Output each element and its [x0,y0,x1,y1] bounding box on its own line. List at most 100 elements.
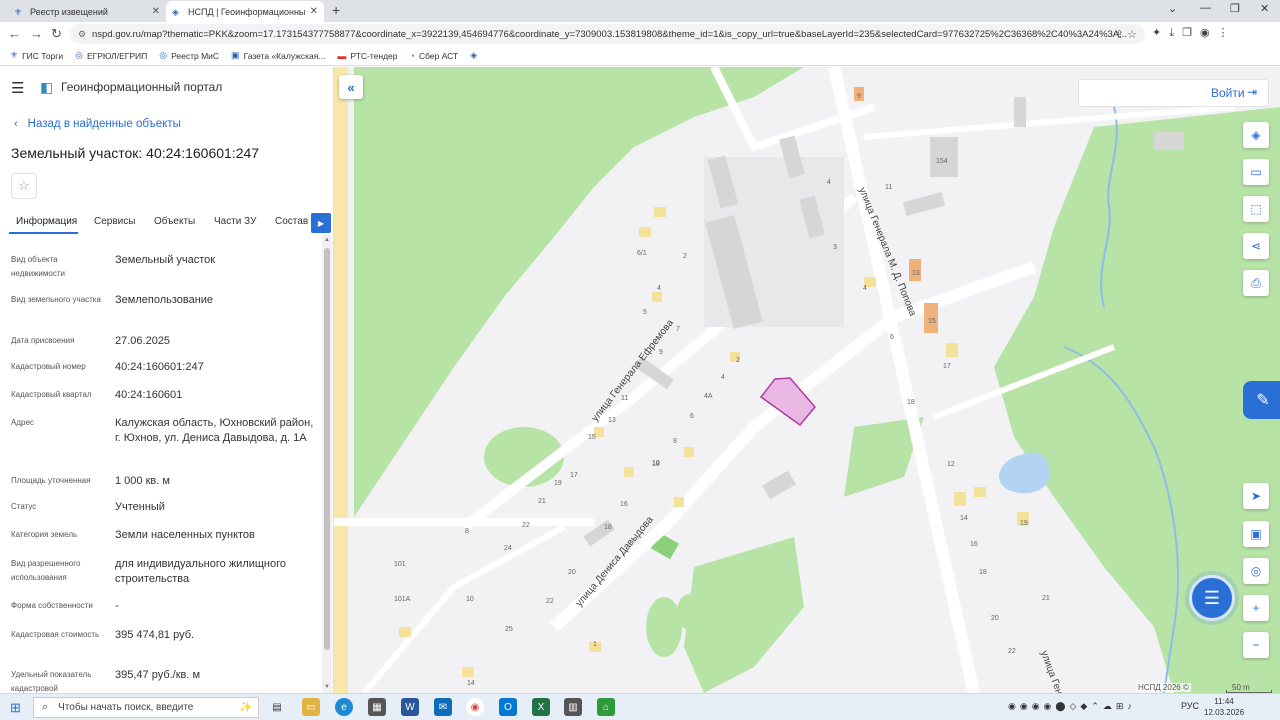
bookmark-item[interactable]: ◔ Сбер АСТ [410,51,459,61]
house-number: 18 [907,399,915,406]
scroll-down-icon[interactable]: ▼ [324,684,330,690]
house-number: 13 [912,270,920,277]
favorite-star-icon[interactable]: ☆ [11,173,37,199]
property-value: - [115,600,119,612]
calculator-icon[interactable]: ▦ [368,698,386,716]
zoom-out-button[interactable]: − [1243,632,1269,658]
tab-parts[interactable]: Части ЗУ [214,216,256,227]
house-number: 19 [554,480,562,487]
url-field[interactable]: ⚙ nspd.gov.ru/map?thematic=PKK&zoom=17.1… [70,24,1145,44]
login-button[interactable]: Войти [1211,86,1245,100]
tab-search-icon[interactable]: ⌄ [1168,2,1177,15]
file-explorer-icon[interactable]: ▭ [302,698,320,716]
tab-services[interactable]: Сервисы [94,216,135,227]
house-number: 15 [928,318,936,325]
mail-icon[interactable]: ✉ [434,698,452,716]
system-tray-icons[interactable]: ◉◉◉◉⬤◇◆⌃☁⊞♪ [1008,701,1136,712]
house-number: 11 [885,184,892,191]
property-value: Землепользование [115,294,214,306]
house-number: 101 [394,561,406,568]
layers-icon[interactable]: ◈ [1243,122,1269,148]
tab-composition[interactable]: Состав [275,216,308,227]
bookmark-item[interactable]: ▬ РТС-тендер [337,51,397,61]
forest-area [994,107,1280,693]
building [902,192,946,216]
outlook-icon[interactable]: O [499,698,517,716]
clock[interactable]: 11:44 12.03.2026 [1204,696,1244,718]
house-number: 16 [620,501,628,508]
bookmark-item[interactable]: ◎ ЕГРЮЛ/ЕГРИП [75,50,147,61]
zoom-in-button[interactable]: + [1243,595,1269,621]
map-graphics: 9 154 11 4 13 15 17 18 6 12 14 16 18 19 … [334,67,1280,693]
chat-bot-icon[interactable]: ✎ [1243,381,1280,419]
forward-arrow-icon[interactable]: → [30,26,43,41]
home-app-icon[interactable]: ⌂ [597,698,615,716]
login-icon[interactable]: ⇥ [1247,85,1257,99]
house-number: 4 [657,285,661,292]
menu-icon[interactable]: ☰ [11,79,24,97]
extensions-icons[interactable]: ✦⤓❐◉⋮ [1152,26,1237,40]
house-number: 1 [593,641,597,648]
notepad-icon[interactable]: ▥ [564,698,582,716]
locate-me-icon[interactable]: ➤ [1243,483,1269,509]
bookmark-item[interactable]: ⚜ ГИС Торги [10,50,63,61]
property-key: Статус [11,502,37,511]
scroll-up-icon[interactable]: ▲ [324,237,330,243]
collapse-panel-button[interactable]: « [339,75,363,99]
property-key: Категория земель [11,530,78,539]
share-icon[interactable]: ⋖ [1243,233,1269,259]
browser-tab-nspd[interactable]: ◈ НСПД | Геоинформационный п ✕ [166,1,324,22]
task-view-icon[interactable]: ▤ [268,698,286,716]
language-indicator[interactable]: РУС [1181,701,1199,711]
tab-objects[interactable]: Объекты [154,216,195,227]
back-arrow-icon[interactable]: ← [8,26,21,41]
house-number: 5 [643,309,647,316]
minimize-button[interactable]: — [1200,2,1211,14]
taskbar-search[interactable]: ⌕ Чтобы начать поиск, введите ✨ [33,697,259,718]
close-tab-icon[interactable]: ✕ [152,6,160,17]
park-area [677,594,701,630]
excel-icon[interactable]: X [532,698,550,716]
back-to-results-link[interactable]: ‹ Назад в найденные объекты [14,118,181,130]
house-number: 10 [466,596,474,603]
property-key: Вид разрешенного использования [11,559,81,582]
browser-tab-registry[interactable]: ⚜ Реестр извещений ✕ [8,1,166,22]
bookmark-item[interactable]: ◈ [470,50,481,61]
taskbar-search-placeholder: Чтобы начать поиск, введите [58,702,194,713]
maximize-button[interactable]: ❐ [1230,2,1240,15]
property-key: Дата присвоения [11,336,75,345]
property-value: Земли населенных пунктов [115,529,255,541]
windows-start-icon[interactable]: ⊞ [10,700,21,716]
chrome-icon[interactable]: ◉ [466,698,484,716]
building [1014,97,1026,127]
tabs-scroll-right-icon[interactable]: ▶ [311,213,331,233]
bookmark-item[interactable]: ▣ Газета «Калужская... [231,50,325,61]
bookmark-star-icon[interactable]: ⇪ ☆ [1115,28,1137,41]
new-tab-button[interactable]: + [332,2,340,18]
house [946,343,958,357]
support-chat-button[interactable]: ☰ [1189,575,1235,621]
panel-scrollbar-thumb[interactable] [324,248,330,650]
edge-icon[interactable]: e [335,698,353,716]
house [652,292,662,302]
house [684,447,694,457]
map-canvas[interactable]: 9 154 11 4 13 15 17 18 6 12 14 16 18 19 … [334,67,1280,693]
print-icon[interactable]: ⎙ [1243,270,1269,296]
select-area-icon[interactable]: ⬚ [1243,196,1269,222]
house [399,627,411,637]
bookmark-item[interactable]: ◎ Реестр МиС [159,50,219,61]
tab-information[interactable]: Информация [16,216,77,227]
site-info-icon[interactable]: ⚙ [78,29,86,40]
property-value: 1 000 кв. м [115,475,170,487]
house-number: 14 [960,515,968,522]
close-window-button[interactable]: ✕ [1260,2,1269,15]
close-tab-icon[interactable]: ✕ [310,6,318,17]
geo-search-icon[interactable]: ◎ [1243,558,1269,584]
ruler-icon[interactable]: ▭ [1243,159,1269,185]
reload-icon[interactable]: ↻ [51,26,62,42]
house-number: 101А [394,596,411,603]
word-icon[interactable]: W [401,698,419,716]
property-value: 40:24:160601:247 [115,361,204,373]
minimap-icon[interactable]: ▣ [1243,521,1269,547]
park-area [646,597,682,657]
